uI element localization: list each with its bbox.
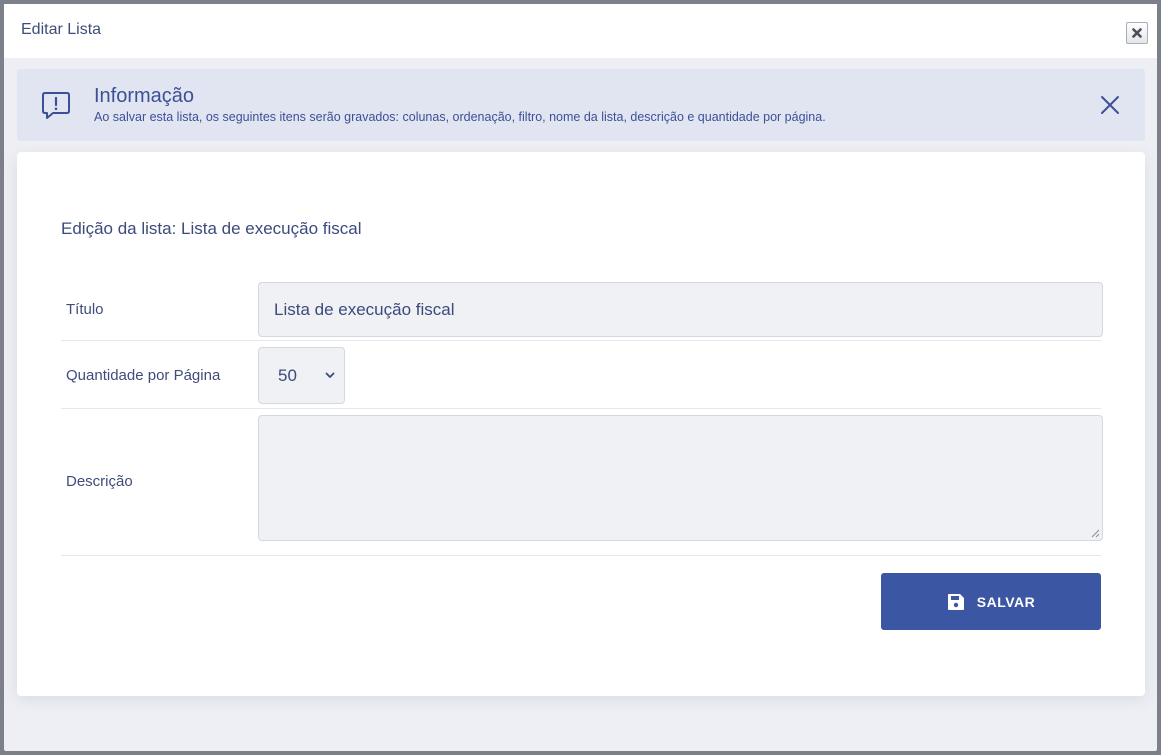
dialog-title: Editar Lista xyxy=(21,21,102,38)
resize-handle-icon[interactable] xyxy=(1091,529,1100,538)
save-button[interactable]: SALVAR xyxy=(881,573,1101,630)
dialog-close-button[interactable] xyxy=(1126,22,1148,44)
description-row: Descrição xyxy=(61,409,1103,556)
page-size-select[interactable]: 50 xyxy=(258,347,345,404)
description-label: Descrição xyxy=(66,473,133,490)
title-input[interactable] xyxy=(258,282,1103,337)
info-text: Ao salvar esta lista, os seguintes itens… xyxy=(94,110,826,124)
chevron-down-icon xyxy=(325,372,335,378)
dialog-header: Editar Lista xyxy=(4,4,1157,58)
floppy-disk-icon xyxy=(947,593,964,610)
close-icon[interactable] xyxy=(1099,94,1121,116)
form-heading: Edição da lista: Lista de execução fisca… xyxy=(61,219,362,238)
info-banner: Informação Ao salvar esta lista, os segu… xyxy=(17,69,1145,141)
close-icon xyxy=(1132,28,1142,38)
message-alert-icon xyxy=(42,92,70,119)
page-size-row: Quantidade por Página 50 xyxy=(61,341,1101,409)
page-size-value: 50 xyxy=(278,365,297,385)
page-size-label: Quantidade por Página xyxy=(66,367,221,384)
save-label: SALVAR xyxy=(976,593,1036,610)
edit-list-dialog: Editar Lista Informação Ao salvar esta l… xyxy=(4,4,1157,751)
info-title: Informação xyxy=(94,85,195,107)
title-label: Título xyxy=(66,301,104,318)
title-row: Título xyxy=(61,278,1103,341)
form-card: Edição da lista: Lista de execução fisca… xyxy=(17,152,1145,696)
description-textarea[interactable] xyxy=(258,415,1103,541)
